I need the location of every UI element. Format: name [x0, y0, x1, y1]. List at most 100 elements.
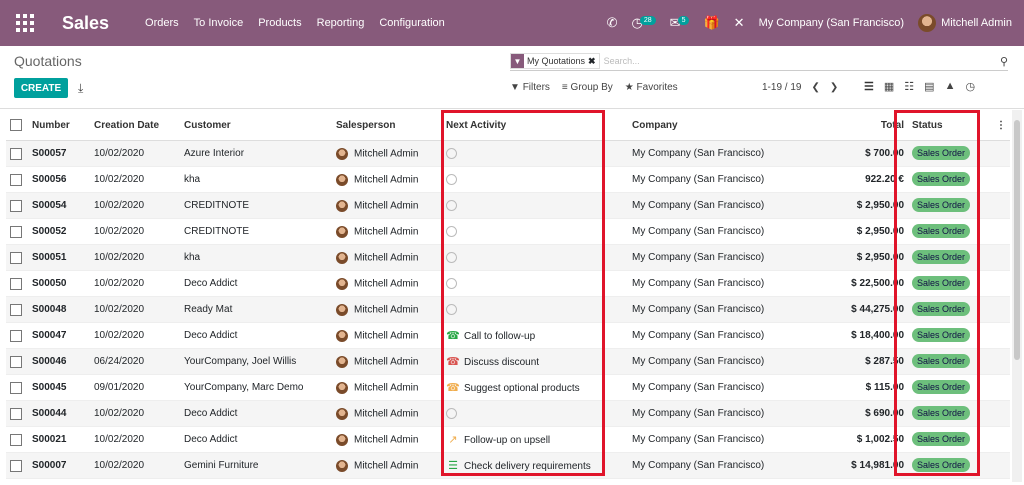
top-navbar: Sales Orders To Invoice Products Reporti… — [0, 0, 1024, 46]
download-icon[interactable]: ⤓ — [78, 81, 83, 96]
row-checkbox[interactable] — [6, 374, 28, 401]
menu-to-invoice[interactable]: To Invoice — [194, 17, 244, 29]
row-spacer — [992, 296, 1010, 323]
creation-date: 10/02/2020 — [90, 244, 180, 271]
filters-label: Filters — [522, 82, 550, 93]
user-menu[interactable]: Mitchell Admin — [918, 14, 1012, 32]
header-company[interactable]: Company — [628, 110, 778, 141]
activity-clock-icon[interactable]: ◷28 — [632, 15, 656, 31]
total-amount: $ 14,981.00 — [778, 452, 908, 479]
customer-name: YourCompany, Joel Willis — [180, 348, 332, 375]
user-name: Mitchell Admin — [941, 16, 1012, 29]
company-name: My Company (San Francisco) — [628, 296, 778, 323]
quotation-number: S00050 — [28, 270, 90, 297]
facet-remove-icon[interactable]: ✖ — [588, 56, 599, 67]
highlight-status — [894, 110, 980, 476]
row-spacer — [992, 348, 1010, 375]
user-avatar — [918, 14, 937, 32]
row-spacer — [992, 322, 1010, 349]
favorites-label: Favorites — [636, 82, 678, 93]
creation-date: 10/02/2020 — [90, 218, 180, 245]
quotation-number: S00048 — [28, 296, 90, 323]
total-amount: $ 18,400.00 — [778, 322, 908, 349]
menu-products[interactable]: Products — [258, 17, 301, 29]
total-amount: $ 22,500.00 — [778, 270, 908, 297]
salesperson-avatar — [336, 355, 348, 368]
header-total[interactable]: Total — [778, 110, 908, 141]
creation-date: 10/02/2020 — [90, 296, 180, 323]
pager-previous-icon[interactable]: ❮ — [811, 82, 819, 93]
customer-name: kha — [180, 244, 332, 271]
row-checkbox[interactable] — [6, 400, 28, 427]
search-icon[interactable]: ⚲ — [1000, 55, 1008, 68]
app-brand[interactable]: Sales — [62, 13, 109, 34]
graph-view-icon[interactable]: ▲ — [945, 80, 956, 93]
salesperson-avatar — [336, 303, 348, 316]
phone-icon[interactable]: ✆ — [607, 15, 618, 31]
row-spacer — [992, 192, 1010, 219]
column-options-icon[interactable]: ⋮ — [992, 110, 1010, 141]
row-checkbox[interactable] — [6, 296, 28, 323]
row-checkbox[interactable] — [6, 426, 28, 453]
row-checkbox[interactable] — [6, 192, 28, 219]
row-spacer — [992, 426, 1010, 453]
salesperson-avatar — [336, 329, 348, 342]
total-amount: $ 115.00 — [778, 374, 908, 401]
salesperson-cell: Mitchell Admin — [332, 322, 442, 349]
pager: 1-19 / 19 ❮ ❯ — [762, 82, 838, 93]
salesperson-name: Mitchell Admin — [354, 148, 419, 160]
header-customer[interactable]: Customer — [180, 110, 332, 141]
quotation-number: S00057 — [28, 140, 90, 167]
pager-value[interactable]: 1-19 / 19 — [762, 82, 801, 93]
select-all-checkbox[interactable] — [6, 110, 28, 141]
salesperson-cell: Mitchell Admin — [332, 244, 442, 271]
quotation-number: S00054 — [28, 192, 90, 219]
favorites-button[interactable]: ★ Favorites — [625, 82, 678, 93]
menu-reporting[interactable]: Reporting — [317, 17, 365, 29]
close-icon[interactable]: ✕ — [734, 15, 745, 31]
activity-view-icon[interactable]: ◷ — [965, 80, 975, 93]
customer-name: Deco Addict — [180, 322, 332, 349]
search-bar: ▼ My Quotations ✖ Search... ⚲ — [510, 52, 1008, 71]
row-spacer — [992, 400, 1010, 427]
calendar-view-icon[interactable]: ☷ — [904, 80, 914, 93]
groupby-button[interactable]: ≡ Group By — [562, 82, 613, 93]
systray: ✆ ◷28 ✉5 🎁 ✕ My Company (San Francisco) … — [607, 0, 1024, 46]
header-number[interactable]: Number — [28, 110, 90, 141]
row-checkbox[interactable] — [6, 140, 28, 167]
row-checkbox[interactable] — [6, 322, 28, 349]
row-checkbox[interactable] — [6, 244, 28, 271]
salesperson-avatar — [336, 147, 348, 160]
row-checkbox[interactable] — [6, 452, 28, 479]
creation-date: 10/02/2020 — [90, 270, 180, 297]
menu-orders[interactable]: Orders — [145, 17, 179, 29]
scrollbar[interactable] — [1012, 110, 1022, 482]
row-checkbox[interactable] — [6, 218, 28, 245]
header-salesperson[interactable]: Salesperson — [332, 110, 442, 141]
pivot-view-icon[interactable]: ▤ — [924, 80, 934, 93]
gift-icon[interactable]: 🎁 — [703, 15, 719, 31]
row-checkbox[interactable] — [6, 270, 28, 297]
company-name: My Company (San Francisco) — [628, 426, 778, 453]
create-button[interactable]: CREATE — [14, 78, 68, 98]
menu-configuration[interactable]: Configuration — [379, 17, 444, 29]
header-creation-date[interactable]: Creation Date — [90, 110, 180, 141]
row-checkbox[interactable] — [6, 348, 28, 375]
search-facet: ▼ My Quotations ✖ — [510, 53, 600, 69]
search-input[interactable]: Search... — [604, 56, 1000, 66]
company-switcher[interactable]: My Company (San Francisco) — [759, 17, 905, 29]
quotation-number: S00051 — [28, 244, 90, 271]
pager-next-icon[interactable]: ❯ — [830, 82, 838, 93]
salesperson-name: Mitchell Admin — [354, 330, 419, 342]
messages-icon[interactable]: ✉5 — [670, 15, 690, 31]
scrollbar-thumb[interactable] — [1014, 120, 1020, 360]
apps-menu-icon[interactable] — [14, 12, 36, 34]
salesperson-cell: Mitchell Admin — [332, 348, 442, 375]
filters-button[interactable]: ▼ Filters — [510, 82, 550, 93]
company-name: My Company (San Francisco) — [628, 166, 778, 193]
salesperson-name: Mitchell Admin — [354, 174, 419, 186]
list-view-icon[interactable]: ☰ — [864, 80, 874, 93]
kanban-view-icon[interactable]: ▦ — [884, 80, 894, 93]
row-checkbox[interactable] — [6, 166, 28, 193]
salesperson-cell: Mitchell Admin — [332, 140, 442, 167]
